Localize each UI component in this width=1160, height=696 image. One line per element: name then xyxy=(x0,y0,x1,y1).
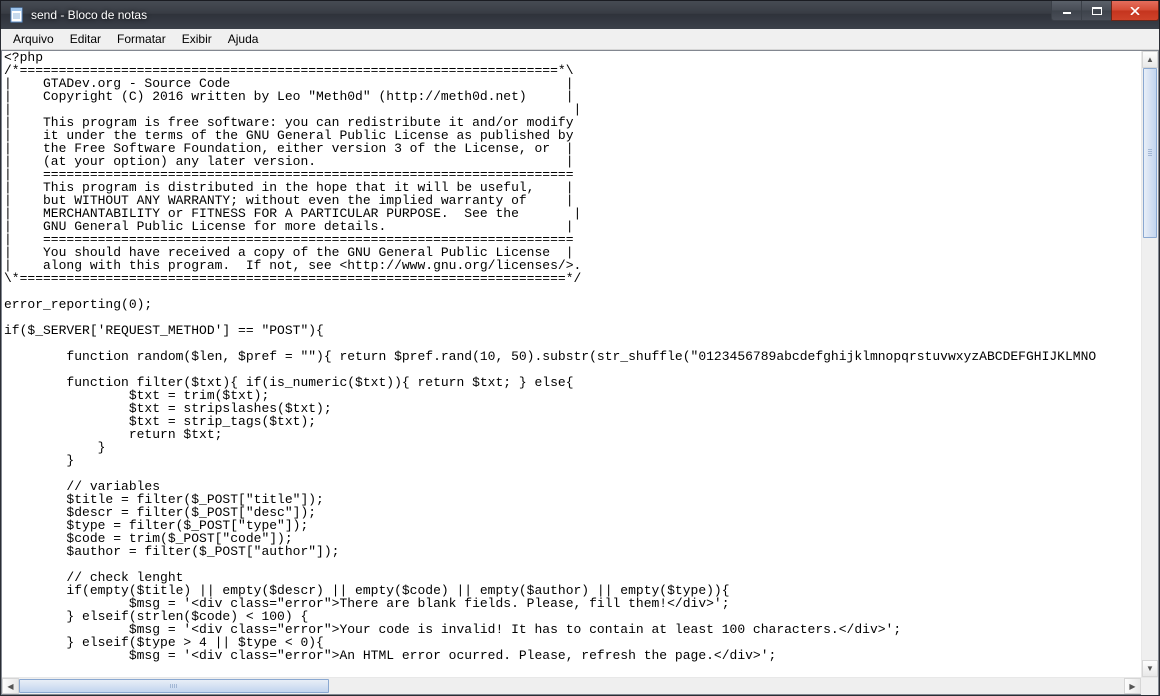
vertical-scroll-thumb[interactable] xyxy=(1143,68,1157,238)
menu-help[interactable]: Ajuda xyxy=(220,30,267,48)
size-grip[interactable] xyxy=(1141,678,1158,695)
horizontal-scroll-track[interactable] xyxy=(19,678,1124,694)
menubar: Arquivo Editar Formatar Exibir Ajuda xyxy=(1,29,1159,50)
vertical-scrollbar[interactable]: ▲ ▼ xyxy=(1141,51,1158,677)
editor-frame: <?php /*================================… xyxy=(1,50,1159,695)
window-buttons xyxy=(1051,1,1159,21)
titlebar[interactable]: send - Bloco de notas xyxy=(0,0,1160,29)
window-body: Arquivo Editar Formatar Exibir Ajuda <?p… xyxy=(0,29,1160,696)
menu-edit[interactable]: Editar xyxy=(62,30,109,48)
editor-area: <?php /*================================… xyxy=(2,51,1158,677)
close-button[interactable] xyxy=(1111,1,1159,21)
menu-view[interactable]: Exibir xyxy=(174,30,220,48)
window-title: send - Bloco de notas xyxy=(31,8,147,22)
horizontal-scrollbar[interactable]: ◀ ▶ xyxy=(2,677,1158,694)
vertical-scroll-track[interactable] xyxy=(1142,68,1158,660)
app-icon xyxy=(9,7,25,23)
minimize-button[interactable] xyxy=(1051,1,1081,21)
editor-content[interactable]: <?php /*================================… xyxy=(2,51,1141,677)
scroll-up-arrow[interactable]: ▲ xyxy=(1142,51,1158,68)
scroll-right-arrow[interactable]: ▶ xyxy=(1124,678,1141,694)
maximize-button[interactable] xyxy=(1081,1,1111,21)
menu-format[interactable]: Formatar xyxy=(109,30,174,48)
scroll-left-arrow[interactable]: ◀ xyxy=(2,678,19,694)
scroll-down-arrow[interactable]: ▼ xyxy=(1142,660,1158,677)
menu-file[interactable]: Arquivo xyxy=(5,30,62,48)
horizontal-scroll-thumb[interactable] xyxy=(19,679,329,693)
